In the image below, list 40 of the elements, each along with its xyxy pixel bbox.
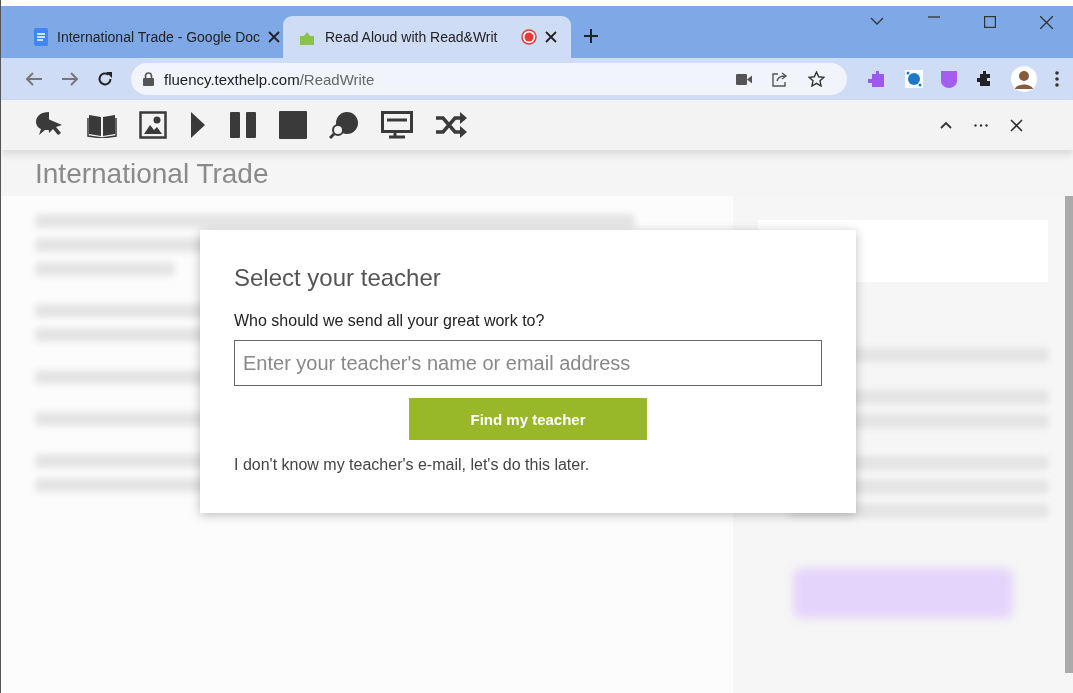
picture-icon[interactable]: [139, 111, 167, 139]
document-icon: [33, 28, 49, 46]
star-icon[interactable]: [808, 71, 825, 87]
avatar-icon[interactable]: [1011, 66, 1037, 92]
later-link[interactable]: I don't know my teacher's e-mail, let's do this later.: [234, 456, 590, 474]
lock-icon: [143, 72, 154, 86]
document-title: International Trade: [1, 150, 1073, 196]
pause-icon[interactable]: [229, 111, 257, 139]
tab-title: International Trade - Google Doc: [57, 29, 261, 45]
shuffle-icon[interactable]: [435, 111, 467, 139]
shield-icon[interactable]: [941, 70, 957, 88]
maximize-icon[interactable]: [984, 16, 996, 28]
more-icon[interactable]: [974, 123, 988, 127]
plus-icon[interactable]: [583, 28, 599, 44]
share-icon[interactable]: [772, 71, 788, 87]
forward-icon[interactable]: [61, 71, 79, 87]
monitor-icon[interactable]: [381, 111, 413, 139]
tab-title: Read Aloud with Read&Writ: [325, 29, 499, 45]
scrollbar[interactable]: [1065, 196, 1073, 673]
play-icon[interactable]: [189, 111, 207, 139]
address-field[interactable]: fluency.texthelp.com/ReadWrite: [131, 63, 847, 95]
back-icon[interactable]: [25, 71, 43, 87]
close-icon[interactable]: [1010, 118, 1023, 132]
dialog-title: Select your teacher: [234, 264, 442, 292]
question-label: Who should we send all your great work to?: [234, 312, 546, 330]
globe-magnifier-icon[interactable]: [329, 111, 359, 139]
book-icon[interactable]: [87, 112, 117, 138]
menu-icon[interactable]: [1055, 71, 1059, 87]
reload-icon[interactable]: [97, 71, 113, 87]
globe-icon[interactable]: [905, 70, 923, 88]
browser-tab[interactable]: International Trade - Google Doc: [19, 16, 279, 58]
video-camera-icon[interactable]: [736, 73, 752, 85]
browser-tab[interactable]: Read Aloud with Read&Writ: [283, 16, 571, 58]
close-icon[interactable]: [268, 31, 281, 43]
close-icon[interactable]: [545, 31, 557, 43]
chevron-up-icon[interactable]: [940, 121, 952, 129]
extensions-icon[interactable]: [975, 70, 993, 88]
close-icon[interactable]: [1040, 16, 1053, 29]
teacher-input-field[interactable]: Enter your teacher's name or email address: [234, 340, 822, 386]
chevron-down-icon[interactable]: [870, 16, 884, 26]
